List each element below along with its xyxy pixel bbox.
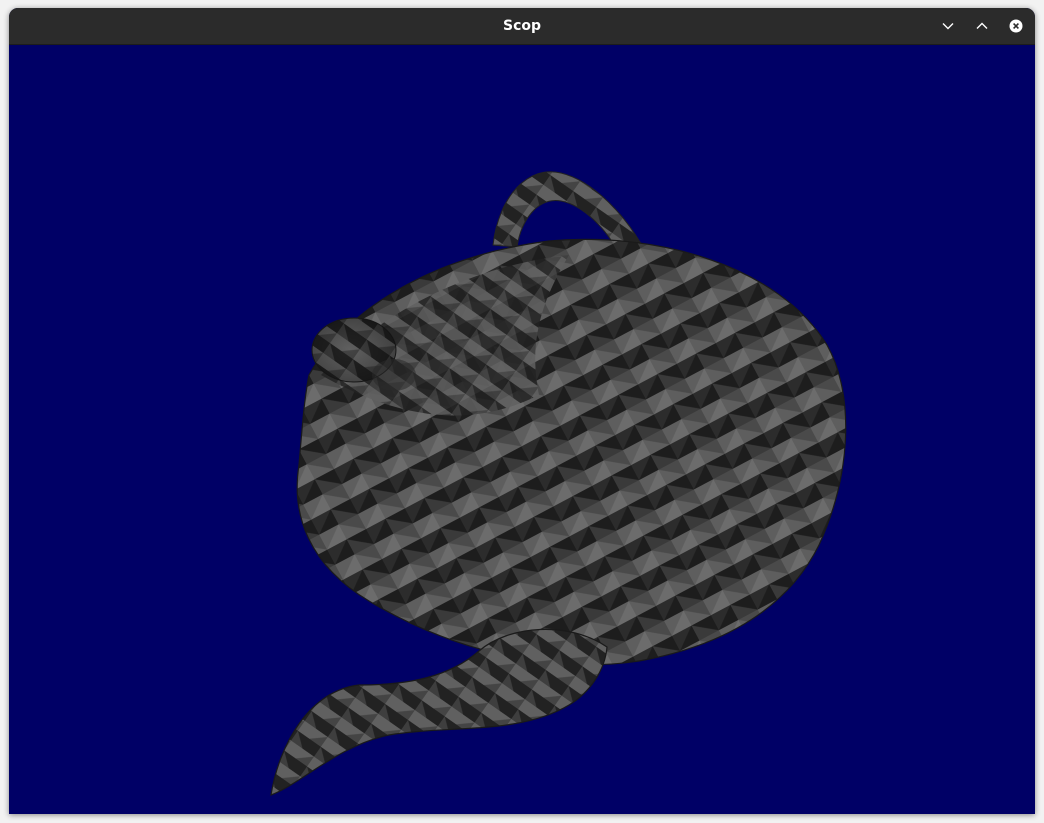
maximize-button[interactable] xyxy=(970,14,994,38)
title-bar[interactable]: Scop xyxy=(9,8,1035,45)
teapot-render xyxy=(270,171,847,796)
close-button[interactable] xyxy=(1004,14,1028,38)
chevron-up-icon xyxy=(976,22,988,29)
app-window: Scop xyxy=(9,8,1035,814)
chevron-down-icon xyxy=(942,23,954,30)
close-icon xyxy=(1009,19,1023,33)
teapot-body xyxy=(296,238,847,666)
minimize-button[interactable] xyxy=(936,14,960,38)
teapot-spout xyxy=(270,628,608,796)
render-viewport[interactable] xyxy=(9,45,1035,814)
window-title: Scop xyxy=(502,18,542,34)
